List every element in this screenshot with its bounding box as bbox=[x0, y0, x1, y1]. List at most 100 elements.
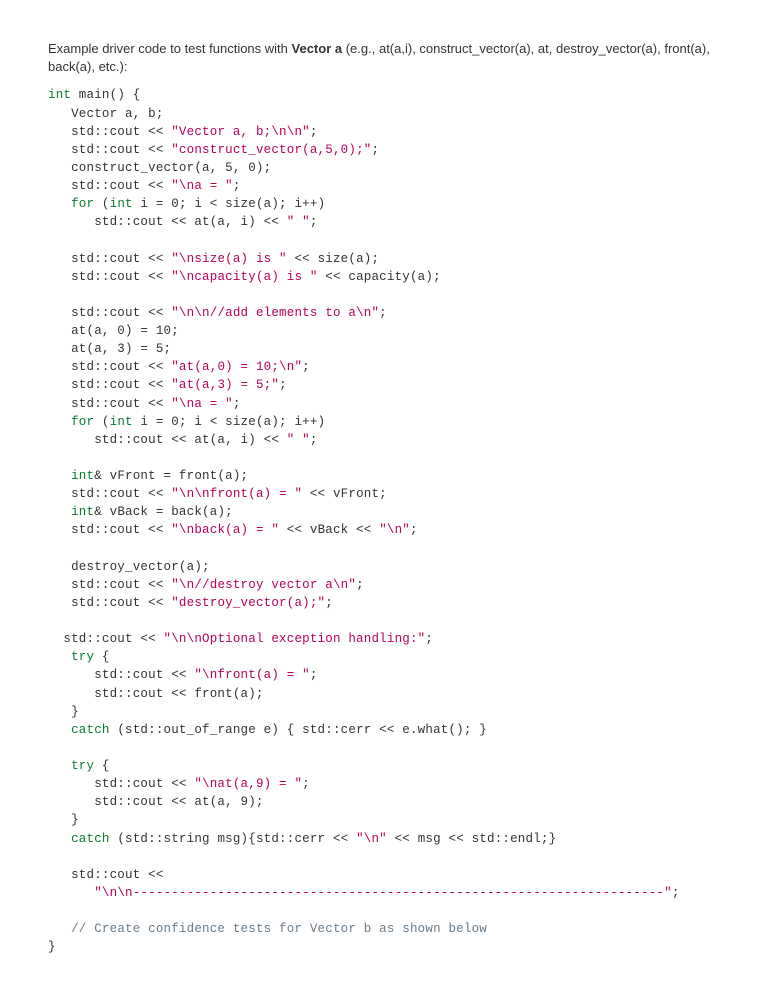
code-str-token: "\na = " bbox=[171, 397, 233, 411]
code-token bbox=[48, 469, 71, 483]
code-str-token: "\nat(a,9) = " bbox=[194, 777, 302, 791]
code-kw-token: int bbox=[71, 505, 94, 519]
code-line: } bbox=[48, 813, 79, 827]
code-block: int main() { Vector a, b; std::cout << "… bbox=[48, 86, 731, 956]
code-token: ; bbox=[356, 578, 364, 592]
code-line: Vector a, b; bbox=[48, 107, 164, 121]
code-token: } bbox=[48, 813, 79, 827]
code-line: try { bbox=[48, 759, 110, 773]
code-token: std::cout << bbox=[48, 868, 164, 882]
code-token: std::cout << at(a, 9); bbox=[48, 795, 264, 809]
code-str-token: " " bbox=[287, 215, 310, 229]
code-token: ; bbox=[302, 360, 310, 374]
code-token: std::cout << at(a, i) << bbox=[48, 215, 287, 229]
code-token: i = 0; i < size(a); i++) bbox=[133, 197, 326, 211]
code-token: std::cout << bbox=[48, 143, 171, 157]
code-kw-token: for bbox=[71, 415, 94, 429]
code-line: std::cout << "\n\n//add elements to a\n"… bbox=[48, 306, 387, 320]
code-line: std::cout << "at(a,0) = 10;\n"; bbox=[48, 360, 310, 374]
code-str-token: "\n\n//add elements to a\n" bbox=[171, 306, 379, 320]
code-token bbox=[48, 723, 71, 737]
code-line: catch (std::out_of_range e) { std::cerr … bbox=[48, 723, 487, 737]
code-token: ( bbox=[94, 197, 109, 211]
code-token: std::cout << bbox=[48, 578, 171, 592]
code-token bbox=[48, 650, 71, 664]
code-token: std::cout << bbox=[48, 487, 171, 501]
code-line: std::cout << "destroy_vector(a);"; bbox=[48, 596, 333, 610]
code-line: for (int i = 0; i < size(a); i++) bbox=[48, 415, 325, 429]
code-line: std::cout << "construct_vector(a,5,0);"; bbox=[48, 143, 379, 157]
code-token bbox=[48, 197, 71, 211]
code-token: std::cout << bbox=[48, 632, 164, 646]
code-token: ; bbox=[672, 886, 680, 900]
code-str-token: "\n" bbox=[379, 523, 410, 537]
code-token: std::cout << bbox=[48, 360, 171, 374]
code-token: { bbox=[94, 759, 109, 773]
code-str-token: "\na = " bbox=[171, 179, 233, 193]
code-str-token: " " bbox=[287, 433, 310, 447]
code-line: std::cout << "\n\nOptional exception han… bbox=[48, 632, 433, 646]
code-line: std::cout << "Vector a, b;\n\n"; bbox=[48, 125, 318, 139]
code-line: } bbox=[48, 940, 56, 954]
code-line: std::cout << "\na = "; bbox=[48, 397, 241, 411]
code-str-token: "\n\nfront(a) = " bbox=[171, 487, 302, 501]
code-token: ; bbox=[410, 523, 418, 537]
code-token: std::cout << bbox=[48, 668, 194, 682]
code-str-token: "at(a,0) = 10;\n" bbox=[171, 360, 302, 374]
code-token: ; bbox=[379, 306, 387, 320]
code-token: ( bbox=[94, 415, 109, 429]
code-token: ; bbox=[425, 632, 433, 646]
code-token: std::cout << bbox=[48, 252, 171, 266]
code-str-token: "\ncapacity(a) is " bbox=[171, 270, 317, 284]
code-cm-token: // Create confidence tests for Vector b … bbox=[71, 922, 487, 936]
code-kw-token: try bbox=[71, 759, 94, 773]
code-line: construct_vector(a, 5, 0); bbox=[48, 161, 271, 175]
intro-bold: Vector a bbox=[292, 41, 343, 56]
code-token: ; bbox=[302, 777, 310, 791]
code-token: std::cout << bbox=[48, 125, 171, 139]
code-token: Vector a, b; bbox=[48, 107, 164, 121]
code-line: std::cout << "\na = "; bbox=[48, 179, 241, 193]
code-kw-token: for bbox=[71, 197, 94, 211]
code-line: // Create confidence tests for Vector b … bbox=[48, 922, 487, 936]
code-token: std::cout << bbox=[48, 397, 171, 411]
code-token: std::cout << bbox=[48, 777, 194, 791]
code-line: for (int i = 0; i < size(a); i++) bbox=[48, 197, 325, 211]
code-token: ; bbox=[310, 433, 318, 447]
code-str-token: "at(a,3) = 5;" bbox=[171, 378, 279, 392]
code-line: std::cout << "at(a,3) = 5;"; bbox=[48, 378, 287, 392]
code-token bbox=[48, 759, 71, 773]
code-str-token: "\n" bbox=[356, 832, 387, 846]
code-token: & vFront = front(a); bbox=[94, 469, 248, 483]
code-token: std::cout << front(a); bbox=[48, 687, 264, 701]
code-line: catch (std::string msg){std::cerr << "\n… bbox=[48, 832, 556, 846]
code-token: << vFront; bbox=[302, 487, 387, 501]
code-str-token: "destroy_vector(a);" bbox=[171, 596, 325, 610]
code-token: std::cout << bbox=[48, 378, 171, 392]
code-token: { bbox=[94, 650, 109, 664]
code-token: ; bbox=[325, 596, 333, 610]
code-token: & vBack = back(a); bbox=[94, 505, 233, 519]
code-kw-token: catch bbox=[71, 832, 110, 846]
code-line: std::cout << at(a, i) << " "; bbox=[48, 433, 318, 447]
code-token: std::cout << bbox=[48, 596, 171, 610]
code-line: std::cout << "\nfront(a) = "; bbox=[48, 668, 318, 682]
code-line: at(a, 0) = 10; bbox=[48, 324, 179, 338]
code-kw-token: int bbox=[110, 197, 133, 211]
code-token: destroy_vector(a); bbox=[48, 560, 210, 574]
code-line: int main() { bbox=[48, 88, 140, 102]
code-line: std::cout << at(a, 9); bbox=[48, 795, 264, 809]
code-line: "\n\n-----------------------------------… bbox=[48, 886, 680, 900]
code-line: std::cout << "\n\nfront(a) = " << vFront… bbox=[48, 487, 387, 501]
code-line: std::cout << "\nback(a) = " << vBack << … bbox=[48, 523, 418, 537]
code-token: std::cout << bbox=[48, 523, 171, 537]
code-token: construct_vector(a, 5, 0); bbox=[48, 161, 271, 175]
code-token: main() { bbox=[71, 88, 140, 102]
code-token: } bbox=[48, 940, 56, 954]
code-str-token: "construct_vector(a,5,0);" bbox=[171, 143, 371, 157]
code-str-token: "\nfront(a) = " bbox=[194, 668, 310, 682]
code-line: std::cout << "\nsize(a) is " << size(a); bbox=[48, 252, 379, 266]
code-str-token: "\nback(a) = " bbox=[171, 523, 279, 537]
code-line: std::cout << bbox=[48, 868, 164, 882]
code-token: << vBack << bbox=[279, 523, 379, 537]
